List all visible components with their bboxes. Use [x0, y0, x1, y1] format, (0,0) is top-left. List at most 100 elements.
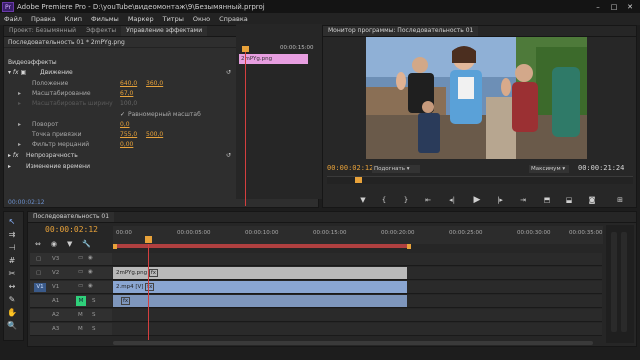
- lock-icon[interactable]: ▢: [36, 256, 41, 262]
- monitor-playhead[interactable]: [355, 177, 362, 183]
- mark-out-icon[interactable]: }: [400, 195, 412, 205]
- rotation-value[interactable]: 0,0: [120, 121, 130, 128]
- scale-value[interactable]: 67,0: [120, 90, 133, 97]
- uniform-scale-checkbox[interactable]: ✓: [120, 111, 125, 118]
- ruler-tick-6: 00:00:30:00: [517, 230, 551, 236]
- monitor-timeruler[interactable]: [327, 176, 633, 184]
- track-header-v3[interactable]: V3 ▢ ▭ ◉: [30, 253, 112, 266]
- work-area-end[interactable]: [407, 244, 411, 249]
- menu-titles[interactable]: Титры: [163, 15, 184, 23]
- menu-sequence[interactable]: Фильмы: [91, 15, 119, 23]
- play-icon[interactable]: ▶: [471, 195, 483, 205]
- solo-button-a1[interactable]: S: [92, 298, 96, 304]
- go-to-out-icon[interactable]: ⇥: [517, 195, 529, 205]
- clip-a1[interactable]: fx: [113, 295, 407, 307]
- work-area-start[interactable]: [113, 244, 117, 249]
- reset-opacity-icon[interactable]: ↺: [226, 152, 231, 159]
- selection-tool-icon[interactable]: ↖: [5, 216, 19, 228]
- monitor-settings-icon[interactable]: ⊞: [614, 195, 626, 205]
- source-patch-v1[interactable]: V1: [34, 283, 46, 292]
- maximize-icon[interactable]: □: [608, 2, 620, 12]
- flicker-value[interactable]: 0,00: [120, 141, 133, 148]
- mark-in-icon[interactable]: {: [378, 195, 390, 205]
- tab-effects[interactable]: Эффекты: [81, 26, 121, 36]
- hand-tool-icon[interactable]: ✋: [5, 307, 19, 319]
- time-remap-toggle-icon[interactable]: ▸: [8, 163, 11, 170]
- go-to-in-icon[interactable]: ⇤: [422, 195, 434, 205]
- track-header-a1[interactable]: A1 M S: [30, 295, 112, 308]
- clip-v2[interactable]: 2mPYg.png fx: [113, 267, 407, 279]
- menu-help[interactable]: Справка: [219, 15, 248, 23]
- step-forward-icon[interactable]: |▸: [494, 195, 506, 205]
- work-area-bar[interactable]: [113, 244, 409, 248]
- lock-icon[interactable]: ▢: [36, 270, 41, 276]
- eye-icon[interactable]: ◉: [88, 269, 93, 275]
- eye-icon[interactable]: ◉: [88, 283, 93, 289]
- zoom-tool-icon[interactable]: 🔍: [5, 320, 19, 332]
- track-lane-a2[interactable]: [112, 309, 602, 322]
- title-bar: Pr Adobe Premiere Pro - D:\youTube\видео…: [0, 0, 640, 13]
- export-frame-icon[interactable]: ◙: [586, 195, 598, 205]
- track-header-a3[interactable]: A3 M S: [30, 323, 112, 336]
- anchor-y-value[interactable]: 500,0: [146, 131, 163, 138]
- scale-expand-icon[interactable]: ▸: [18, 90, 21, 97]
- timeline-playhead[interactable]: [148, 244, 149, 340]
- toggle-sync-icon[interactable]: ▭: [78, 269, 83, 275]
- monitor-timecode[interactable]: 00:00:02:12: [327, 164, 373, 172]
- clip-v1[interactable]: 2.mp4 [V] fx: [113, 281, 407, 293]
- rolling-edit-tool-icon[interactable]: #: [5, 255, 19, 267]
- effect-playhead[interactable]: [245, 46, 246, 206]
- tab-effect-controls[interactable]: Управление эффектами: [121, 26, 208, 36]
- mute-button-a1[interactable]: M: [76, 296, 86, 306]
- extract-icon[interactable]: ⬓: [563, 195, 575, 205]
- minimize-icon[interactable]: –: [592, 2, 604, 12]
- track-select-tool-icon[interactable]: ⇉: [5, 229, 19, 241]
- tab-program-monitor[interactable]: Монитор программы: Последовательность 01: [323, 26, 479, 36]
- solo-button-a2[interactable]: S: [92, 312, 96, 318]
- flicker-expand-icon[interactable]: ▸: [18, 141, 21, 148]
- track-header-v1[interactable]: V1 V1 ▭ ◉: [30, 281, 112, 294]
- track-header-a2[interactable]: A2 M S: [30, 309, 112, 322]
- tab-project[interactable]: Проект: Безымянный: [4, 26, 81, 36]
- slip-tool-icon[interactable]: ↔: [5, 281, 19, 293]
- position-x-value[interactable]: 640,0: [120, 80, 137, 87]
- fit-dropdown[interactable]: Подогнать ▾: [372, 165, 420, 173]
- close-icon[interactable]: ✕: [624, 2, 636, 12]
- menu-marker[interactable]: Маркер: [128, 15, 154, 23]
- motion-toggle-icon[interactable]: ▾ fx ▣: [8, 69, 26, 76]
- eye-icon[interactable]: ◉: [88, 255, 93, 261]
- opacity-toggle-icon[interactable]: ▸ fx: [8, 152, 19, 159]
- add-marker-icon[interactable]: ▼: [357, 195, 369, 205]
- menu-edit[interactable]: Правка: [31, 15, 56, 23]
- lift-icon[interactable]: ⬒: [541, 195, 553, 205]
- rotation-expand-icon[interactable]: ▸: [18, 121, 21, 128]
- pen-tool-icon[interactable]: ✎: [5, 294, 19, 306]
- solo-button-a3[interactable]: S: [92, 326, 96, 332]
- reset-motion-icon[interactable]: ↺: [226, 69, 231, 76]
- effect-clip-bar[interactable]: 2mPYg.png: [239, 54, 308, 64]
- timeline-timecode[interactable]: 00:00:02:12: [45, 225, 98, 234]
- track-label-v1: V1: [52, 284, 60, 290]
- track-header-v2[interactable]: V2 ▢ ▭ ◉: [30, 267, 112, 280]
- menu-window[interactable]: Окно: [193, 15, 210, 23]
- step-back-icon[interactable]: ◂|: [446, 195, 458, 205]
- mute-button-a3[interactable]: M: [78, 326, 83, 332]
- menu-file[interactable]: Файл: [4, 15, 22, 23]
- track-lane-a3[interactable]: [112, 323, 602, 336]
- timeline-scrollbar[interactable]: [113, 341, 593, 345]
- timeline-playhead-handle[interactable]: [145, 236, 152, 243]
- ripple-edit-tool-icon[interactable]: ⊣: [5, 242, 19, 254]
- toggle-sync-icon[interactable]: ▭: [78, 283, 83, 289]
- menu-clip[interactable]: Клип: [65, 15, 82, 23]
- tab-sequence[interactable]: Последовательность 01: [28, 212, 115, 222]
- position-y-value[interactable]: 360,0: [146, 80, 163, 87]
- window-title: Adobe Premiere Pro - D:\youTube\видеомон…: [17, 2, 265, 11]
- effect-playhead-handle[interactable]: [242, 46, 249, 52]
- timeline-tool-icons[interactable]: ⇔◉▼🔧: [35, 240, 101, 248]
- track-lane-v3[interactable]: [112, 253, 602, 266]
- anchor-x-value[interactable]: 755,0: [120, 131, 137, 138]
- toggle-sync-icon[interactable]: ▭: [78, 255, 83, 261]
- mute-button-a2[interactable]: M: [78, 312, 83, 318]
- quality-dropdown[interactable]: Максимум ▾: [529, 165, 569, 173]
- razor-tool-icon[interactable]: ✂: [5, 268, 19, 280]
